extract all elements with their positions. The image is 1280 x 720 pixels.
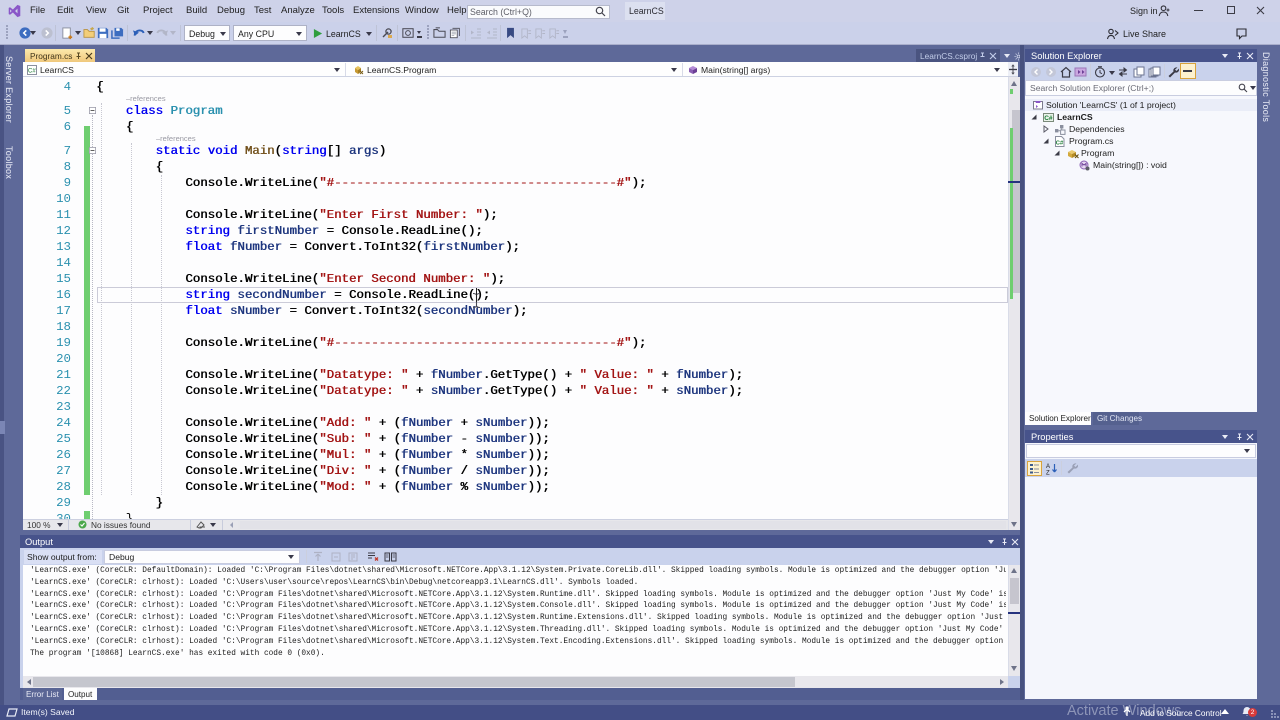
- svg-text:C#: C#: [28, 69, 36, 75]
- svg-text:Z: Z: [1046, 471, 1050, 476]
- svg-text:C#: C#: [1056, 141, 1064, 147]
- svg-text:A: A: [1046, 464, 1050, 470]
- svg-text:C#: C#: [1044, 115, 1053, 122]
